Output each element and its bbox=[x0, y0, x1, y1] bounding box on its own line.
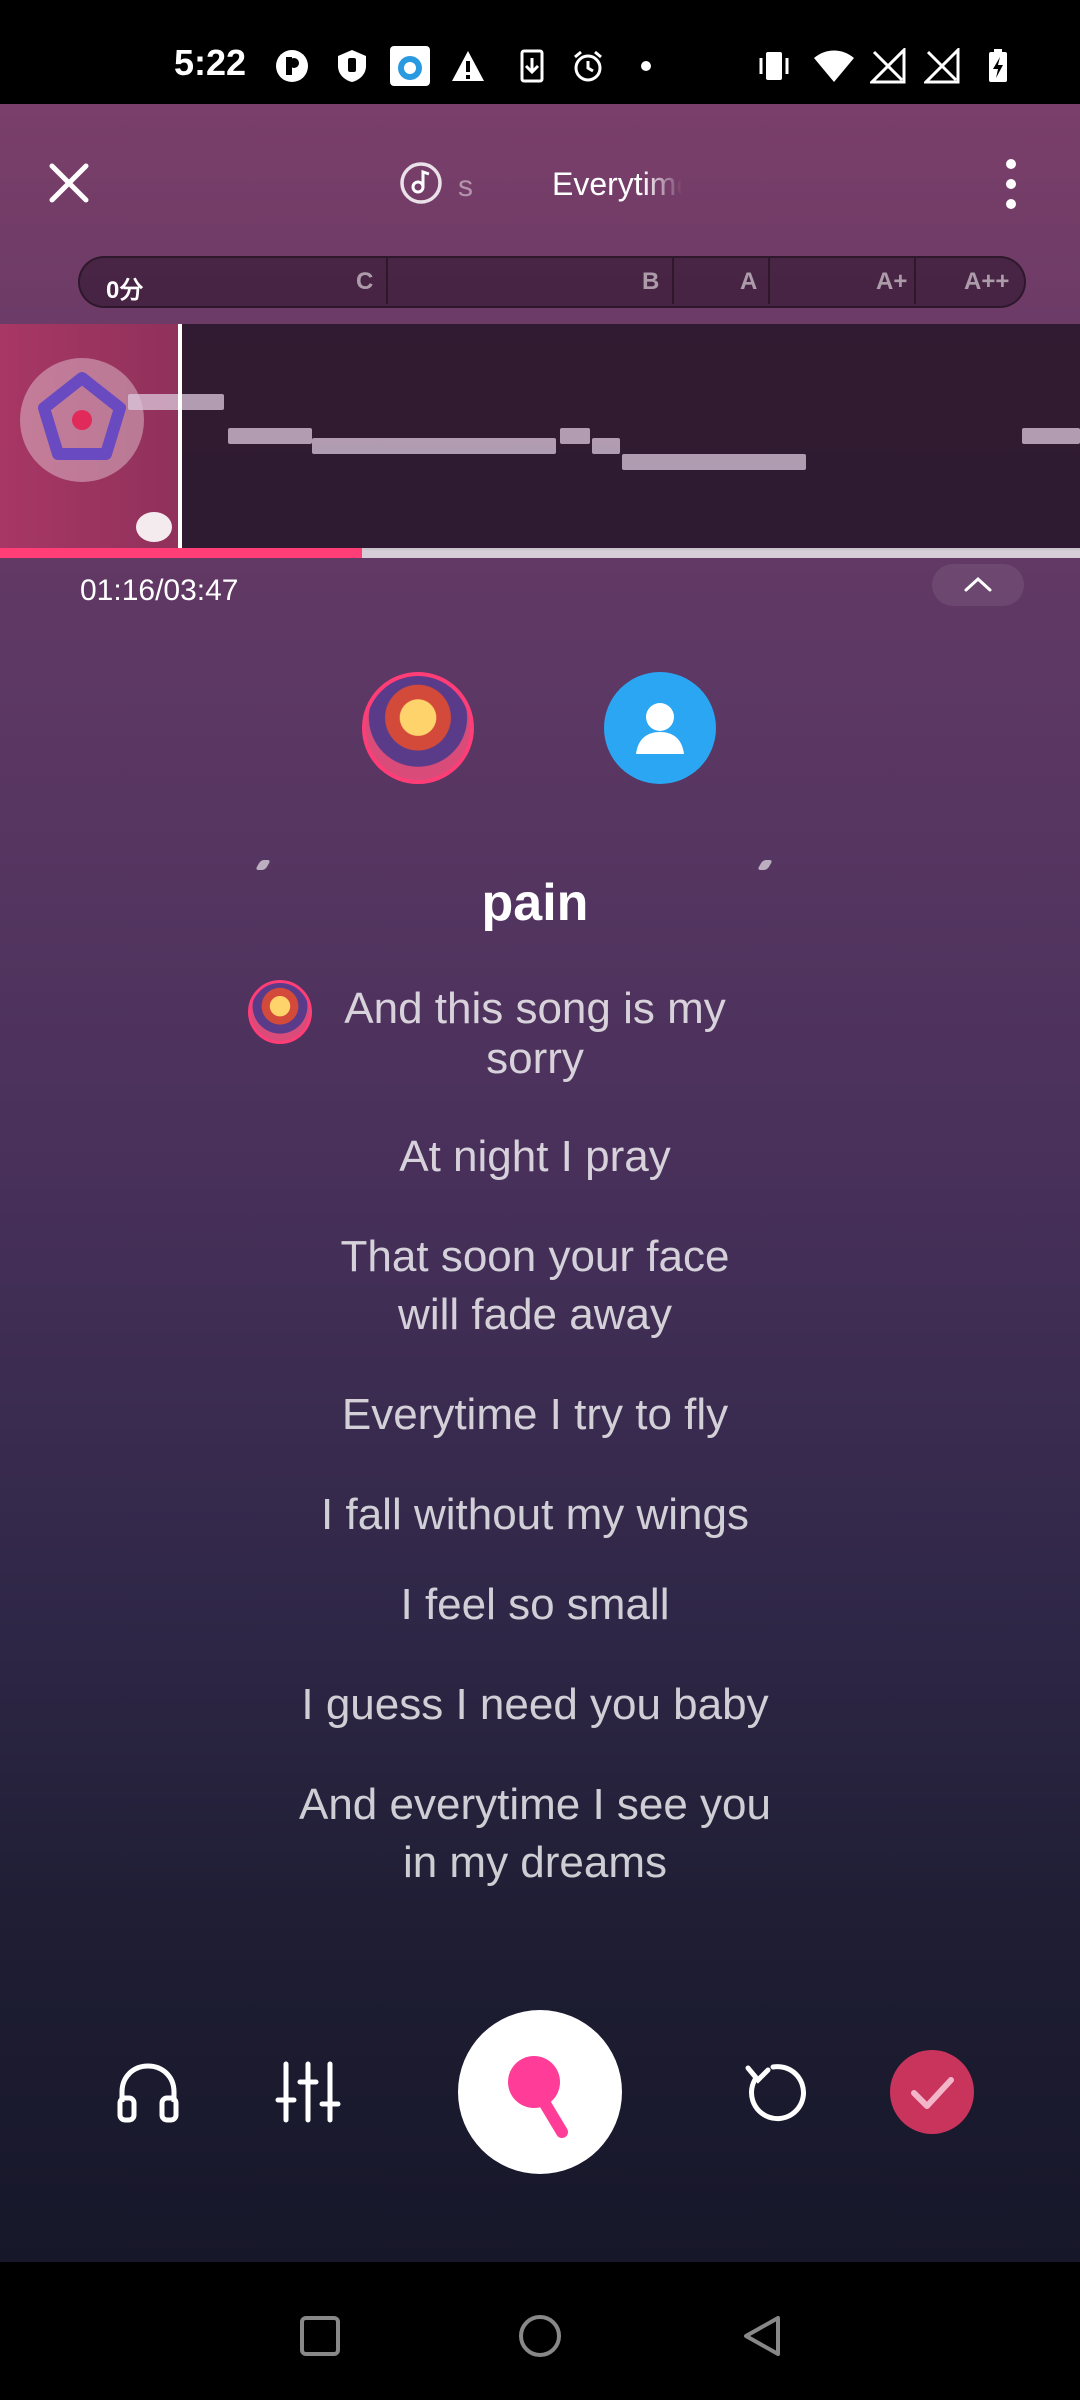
user-icon bbox=[636, 703, 684, 754]
pitch-note bbox=[622, 454, 806, 470]
microphone-icon bbox=[508, 2056, 568, 2138]
record-button[interactable] bbox=[458, 2010, 622, 2174]
app-notification-icon bbox=[276, 50, 308, 82]
grade-divider bbox=[386, 258, 388, 304]
app-logo bbox=[20, 358, 144, 482]
status-bar: 5:22 bbox=[0, 0, 1080, 104]
pitch-note bbox=[312, 438, 556, 454]
grade-a: A bbox=[740, 268, 758, 295]
lyric-line: I fall without my wings bbox=[321, 1490, 749, 1539]
download-icon bbox=[520, 49, 544, 83]
back-icon[interactable] bbox=[738, 2312, 786, 2360]
lyric-line: And everytime I see you bbox=[298, 1780, 771, 1829]
battery-charging-icon bbox=[989, 49, 1007, 82]
shield-notification-icon bbox=[338, 50, 366, 82]
lyric-line: Everytime I try to fly bbox=[341, 1390, 729, 1439]
grade-a-plus: A+ bbox=[876, 268, 908, 295]
chevron-up-icon bbox=[964, 576, 992, 592]
grade-b: B bbox=[642, 268, 660, 295]
signal-2-icon bbox=[924, 48, 960, 84]
wifi-icon bbox=[814, 50, 854, 82]
checkmark-icon bbox=[911, 2077, 954, 2109]
lyric-line: I feel so small bbox=[400, 1580, 670, 1629]
pitch-cursor-line bbox=[178, 324, 182, 550]
lyric-line: will fade away bbox=[398, 1290, 672, 1339]
grade-divider bbox=[768, 258, 770, 304]
lyric-line: At night I pray bbox=[399, 1132, 671, 1181]
headphones-icon[interactable] bbox=[114, 2058, 182, 2126]
grade-divider bbox=[914, 258, 916, 304]
pitch-note bbox=[560, 428, 590, 444]
dot-icon bbox=[641, 61, 651, 71]
equalizer-icon[interactable] bbox=[274, 2058, 342, 2126]
song-prefix-text: s bbox=[458, 170, 473, 203]
more-options-icon[interactable] bbox=[996, 156, 1026, 212]
pitch-indicator bbox=[136, 512, 172, 542]
grade-a-plus-plus: A++ bbox=[964, 268, 1010, 295]
app-logo-icon bbox=[38, 372, 126, 460]
pitch-note bbox=[128, 394, 224, 410]
singer-avatar[interactable] bbox=[362, 672, 474, 784]
status-time: 5:22 bbox=[174, 42, 247, 83]
warning-icon bbox=[452, 51, 484, 81]
lyric-line: sorry bbox=[486, 1034, 584, 1083]
song-title[interactable]: Everytime bbox=[552, 166, 682, 203]
system-nav-bar bbox=[0, 2262, 1080, 2400]
lyric-line: I guess I need you baby bbox=[301, 1680, 769, 1729]
browser-notification-icon bbox=[390, 46, 430, 86]
playback-time: 01:16/03:47 bbox=[80, 574, 239, 607]
pitch-note bbox=[1022, 428, 1080, 444]
grade-c: C bbox=[356, 268, 374, 295]
pitch-note bbox=[592, 438, 620, 454]
alarm-icon bbox=[574, 50, 602, 82]
pitch-note bbox=[228, 428, 312, 444]
close-icon[interactable] bbox=[44, 158, 94, 208]
current-score: 0分 bbox=[106, 277, 144, 304]
signal-1-icon bbox=[870, 48, 906, 84]
restart-icon[interactable] bbox=[738, 2058, 808, 2128]
recent-apps-icon[interactable] bbox=[298, 2314, 342, 2358]
vibrate-icon bbox=[759, 52, 789, 80]
lyric-line: in my dreams bbox=[402, 1838, 668, 1887]
collapse-button[interactable] bbox=[932, 564, 1024, 606]
home-icon[interactable] bbox=[516, 2312, 564, 2360]
music-disc-icon[interactable] bbox=[398, 160, 444, 206]
grade-divider bbox=[672, 258, 674, 304]
progress-fill bbox=[0, 548, 362, 558]
current-lyric: pain bbox=[481, 874, 589, 932]
lyric-line: That soon your face bbox=[340, 1232, 730, 1281]
duet-partner-avatar[interactable] bbox=[604, 672, 716, 784]
finish-button[interactable] bbox=[890, 2050, 974, 2134]
